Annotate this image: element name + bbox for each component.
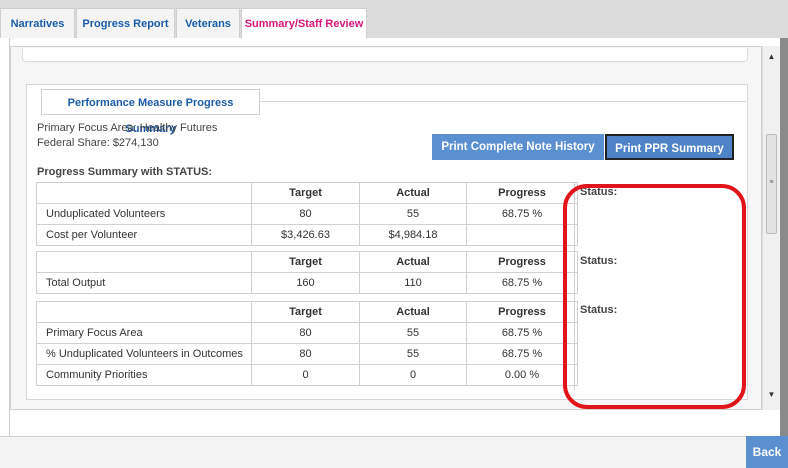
header-progress: Progress bbox=[466, 182, 578, 204]
row-label: Community Priorities bbox=[36, 364, 252, 386]
tab-narratives[interactable]: Narratives bbox=[0, 8, 75, 38]
print-note-history-button[interactable]: Print Complete Note History bbox=[432, 134, 604, 160]
row-progress: 68.75 % bbox=[466, 203, 578, 225]
header-target: Target bbox=[251, 251, 360, 273]
section-title: Performance Measure Progress Summary bbox=[41, 89, 260, 135]
header-empty bbox=[36, 251, 252, 273]
row-actual: 0 bbox=[359, 364, 467, 386]
tab-bar: Narratives Progress Report Veterans Summ… bbox=[0, 8, 788, 38]
tab-summary-staff-review[interactable]: Summary/Staff Review bbox=[241, 8, 367, 38]
row-label: Unduplicated Volunteers bbox=[36, 203, 252, 225]
row-actual: $4,984.18 bbox=[359, 224, 467, 246]
row-label: Cost per Volunteer bbox=[36, 224, 252, 246]
row-label: Total Output bbox=[36, 272, 252, 294]
header-progress: Progress bbox=[466, 251, 578, 273]
table-row: Community Priorities 0 0 0.00 % bbox=[36, 364, 578, 386]
triangle-down-icon[interactable]: ▼ bbox=[763, 390, 780, 404]
print-ppr-summary-button[interactable]: Print PPR Summary bbox=[605, 134, 734, 160]
section-divider bbox=[260, 101, 746, 102]
window-right-edge bbox=[780, 38, 788, 436]
row-target: 80 bbox=[251, 203, 360, 225]
header-actual: Actual bbox=[359, 182, 467, 204]
primary-focus-area-text: Primary Focus Area: Healthy Futures bbox=[37, 122, 218, 134]
table-row: Primary Focus Area 80 55 68.75 % bbox=[36, 322, 578, 344]
progress-summary-heading: Progress Summary with STATUS: bbox=[37, 166, 213, 178]
row-progress: 68.75 % bbox=[466, 322, 578, 344]
grip-lines-icon: ≡ bbox=[769, 179, 774, 186]
table-row: % Unduplicated Volunteers in Outcomes 80… bbox=[36, 343, 578, 365]
header-target: Target bbox=[251, 301, 360, 323]
table-row: Cost per Volunteer $3,426.63 $4,984.18 bbox=[36, 224, 578, 246]
row-target: $3,426.63 bbox=[251, 224, 360, 246]
row-actual: 55 bbox=[359, 343, 467, 365]
triangle-up-icon[interactable]: ▲ bbox=[763, 52, 780, 66]
back-button[interactable]: Back bbox=[746, 436, 788, 468]
row-progress: 68.75 % bbox=[466, 272, 578, 294]
header-empty bbox=[36, 182, 252, 204]
header-progress: Progress bbox=[466, 301, 578, 323]
table-output: Target Actual Progress Total Output 160 … bbox=[36, 251, 578, 294]
vertical-scrollbar[interactable]: ▲ ≡ ▼ bbox=[762, 46, 780, 410]
footer-bar bbox=[0, 436, 788, 468]
previous-section-bottom bbox=[22, 48, 748, 62]
row-progress: 0.00 % bbox=[466, 364, 578, 386]
window-top-frame bbox=[0, 0, 788, 8]
header-actual: Actual bbox=[359, 301, 467, 323]
table-row: Unduplicated Volunteers 80 55 68.75 % bbox=[36, 203, 578, 225]
header-empty bbox=[36, 301, 252, 323]
tab-progress-report[interactable]: Progress Report bbox=[76, 8, 175, 38]
row-actual: 55 bbox=[359, 322, 467, 344]
row-actual: 110 bbox=[359, 272, 467, 294]
table-focus-area: Target Actual Progress Primary Focus Are… bbox=[36, 301, 578, 386]
row-target: 80 bbox=[251, 343, 360, 365]
federal-share-text: Federal Share: $274,130 bbox=[37, 137, 159, 149]
row-target: 160 bbox=[251, 272, 360, 294]
row-progress: 68.75 % bbox=[466, 343, 578, 365]
header-target: Target bbox=[251, 182, 360, 204]
tab-veterans[interactable]: Veterans bbox=[176, 8, 240, 38]
table-row: Total Output 160 110 68.75 % bbox=[36, 272, 578, 294]
header-actual: Actual bbox=[359, 251, 467, 273]
row-actual: 55 bbox=[359, 203, 467, 225]
scrollbar-thumb[interactable]: ≡ bbox=[766, 134, 777, 234]
row-target: 80 bbox=[251, 322, 360, 344]
row-label: % Unduplicated Volunteers in Outcomes bbox=[36, 343, 252, 365]
highlight-annotation bbox=[563, 184, 746, 409]
row-progress bbox=[466, 224, 578, 246]
row-target: 0 bbox=[251, 364, 360, 386]
row-label: Primary Focus Area bbox=[36, 322, 252, 344]
table-volunteers: Target Actual Progress Unduplicated Volu… bbox=[36, 182, 578, 246]
